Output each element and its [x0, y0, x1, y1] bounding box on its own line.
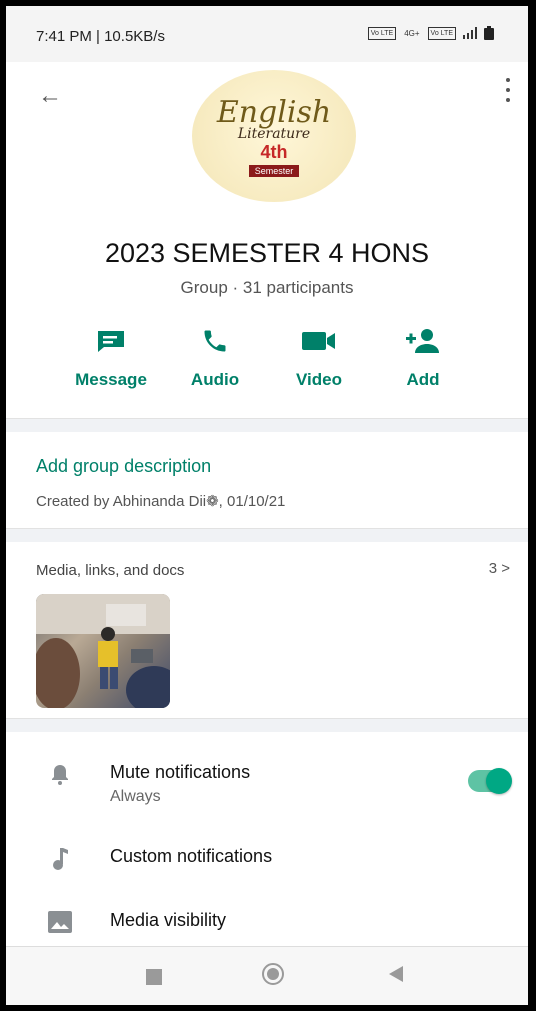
custom-notifications-label: Custom notifications	[110, 846, 273, 866]
group-avatar[interactable]: English Literature 4th Semester	[192, 70, 356, 202]
section-divider	[6, 418, 528, 433]
add-participant-button[interactable]: Add	[378, 324, 468, 390]
message-button[interactable]: Message	[66, 324, 156, 390]
avatar-line2: Literature	[237, 126, 311, 142]
video-icon	[302, 332, 335, 350]
message-label: Message	[75, 370, 147, 389]
mute-toggle[interactable]	[468, 768, 512, 794]
custom-notifications-row[interactable]: Custom notifications	[6, 828, 528, 888]
mute-label: Mute notifications	[110, 762, 251, 782]
media-header[interactable]: Media, links, and docs	[36, 562, 184, 579]
section-divider	[6, 528, 528, 543]
avatar-caption: Semester	[248, 165, 300, 177]
created-by-text: Created by Abhinanda Dii❁, 01/10/21	[36, 493, 286, 510]
status-bar: 7:41 PM | 10.5KB/s Vo LTE 4G+ Vo LTE	[6, 6, 528, 62]
mute-notifications-row[interactable]: Mute notifications Always	[6, 744, 528, 805]
add-person-icon	[406, 329, 439, 353]
media-count[interactable]: 3 >	[489, 560, 510, 577]
description-section: Add group description Created by Abhinan…	[6, 432, 528, 528]
message-icon	[98, 331, 124, 352]
avatar-badge: 4th	[260, 142, 288, 162]
video-label: Video	[296, 370, 342, 389]
4g-signal-icon: 4G+	[404, 28, 420, 38]
signal-icon	[463, 27, 477, 39]
group-name: 2023 SEMESTER 4 HONS	[104, 238, 430, 268]
add-label: Add	[406, 370, 440, 389]
status-icons: Vo LTE 4G+ Vo LTE	[367, 26, 494, 40]
status-time: 7:41 PM | 10.5KB/s	[36, 28, 165, 45]
avatar-line1: English	[216, 95, 332, 130]
more-options-icon[interactable]	[504, 78, 512, 102]
volte-icon: Vo LTE	[427, 26, 456, 40]
system-nav-bar	[6, 946, 528, 1005]
back-arrow-icon[interactable]: ←	[38, 82, 62, 110]
mute-sublabel: Always	[110, 788, 161, 805]
add-description-link[interactable]: Add group description	[36, 456, 211, 477]
group-header: ← English Literature 4th Semester 2023 S…	[6, 62, 528, 414]
media-section: Media, links, and docs 3 >	[6, 542, 528, 718]
screen: 7:41 PM | 10.5KB/s Vo LTE 4G+ Vo LTE ← E…	[6, 6, 528, 1005]
section-divider	[6, 718, 528, 733]
video-call-button[interactable]: Video	[274, 324, 364, 390]
triangle-back-icon	[389, 966, 403, 982]
home-button[interactable]	[262, 963, 284, 985]
action-buttons: Message Audio Video Add	[66, 324, 466, 404]
settings-section: Mute notifications Always Custom notific…	[6, 732, 528, 948]
group-subtitle: Group · 31 participants	[180, 278, 354, 297]
audio-call-button[interactable]: Audio	[170, 324, 260, 390]
image-icon	[48, 911, 72, 933]
battery-icon	[484, 26, 494, 40]
audio-label: Audio	[190, 370, 240, 389]
photo-image	[36, 594, 170, 708]
media-visibility-label: Media visibility	[110, 910, 227, 930]
phone-icon	[204, 330, 226, 352]
music-note-icon	[53, 848, 68, 870]
media-visibility-row[interactable]: Media visibility	[6, 892, 528, 952]
recents-button[interactable]	[146, 969, 162, 985]
volte-icon: Vo LTE	[367, 26, 397, 40]
bell-icon	[52, 765, 68, 785]
back-nav-button[interactable]	[388, 965, 404, 988]
media-thumbnail[interactable]	[36, 594, 170, 708]
